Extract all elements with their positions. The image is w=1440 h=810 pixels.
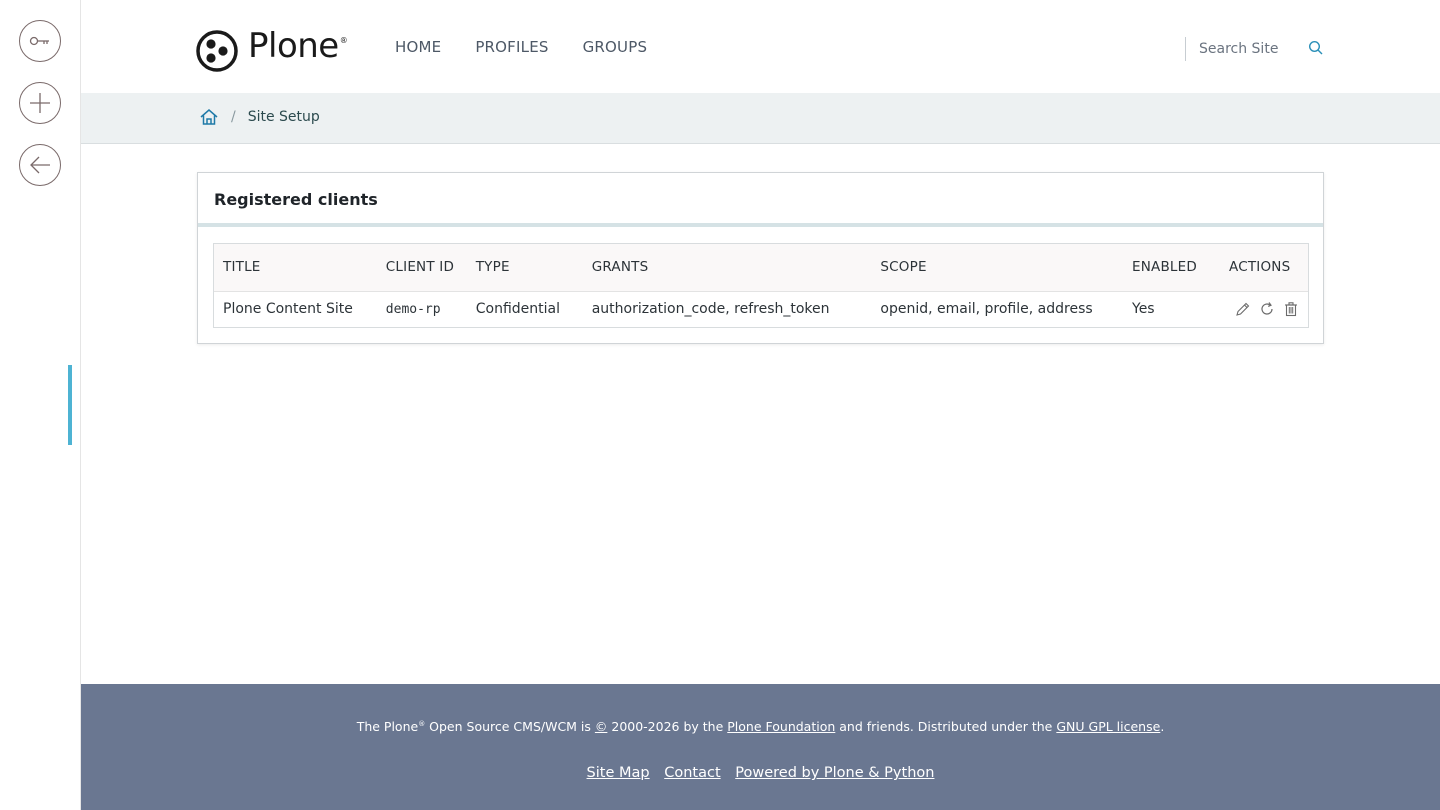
left-toolbar	[0, 0, 81, 810]
back-button[interactable]	[19, 144, 61, 186]
cell-client-id: demo-rp	[385, 301, 441, 317]
site-footer: The Plone® Open Source CMS/WCM is © 2000…	[81, 684, 1440, 810]
table-row: Plone Content Site demo-rp Confidential …	[214, 291, 1308, 327]
toolbar-resize-handle[interactable]	[68, 365, 72, 445]
cell-actions	[1220, 291, 1308, 327]
logo-text: Plone®	[248, 26, 348, 66]
cell-title: Plone Content Site	[223, 301, 353, 318]
back-arrow-icon	[30, 156, 50, 174]
footer-links: Site Map Contact Powered by Plone & Pyth…	[81, 765, 1440, 781]
clients-table-wrapper: TITLE CLIENT ID TYPE GRANTS SCOPE ENABLE…	[213, 243, 1309, 328]
footer-sitemap-link[interactable]: Site Map	[587, 765, 650, 781]
main-nav: HOME PROFILES GROUPS	[395, 38, 647, 56]
col-actions: ACTIONS	[1220, 244, 1308, 292]
login-key-button[interactable]	[19, 20, 61, 62]
nav-home[interactable]: HOME	[395, 38, 441, 56]
refresh-icon[interactable]	[1259, 301, 1275, 317]
col-enabled: ENABLED	[1123, 244, 1220, 292]
add-button[interactable]	[19, 82, 61, 124]
cell-scope: openid, email, profile, address	[880, 301, 1093, 318]
gpl-license-link[interactable]: GNU GPL license	[1056, 719, 1160, 734]
footer-powered-by-link[interactable]: Powered by Plone & Python	[735, 765, 934, 781]
breadcrumb-site-setup[interactable]: Site Setup	[248, 109, 320, 125]
site-logo[interactable]: Plone®	[196, 25, 348, 76]
cell-grants: authorization_code, refresh_token	[591, 301, 830, 318]
search-input[interactable]	[1199, 41, 1305, 57]
site-header: Plone® HOME PROFILES GROUPS	[81, 0, 1440, 93]
search-box	[1185, 37, 1305, 61]
col-type: TYPE	[466, 244, 583, 292]
home-icon[interactable]	[199, 107, 219, 127]
cell-enabled: Yes	[1132, 301, 1155, 318]
plone-logo-icon	[196, 29, 238, 72]
delete-icon[interactable]	[1283, 301, 1299, 317]
col-grants: GRANTS	[582, 244, 872, 292]
col-client-id: CLIENT ID	[376, 244, 467, 292]
plone-foundation-link[interactable]: Plone Foundation	[727, 719, 835, 734]
table-header-row: TITLE CLIENT ID TYPE GRANTS SCOPE ENABLE…	[214, 244, 1308, 292]
breadcrumb: / Site Setup	[81, 93, 1440, 144]
breadcrumb-separator: /	[231, 109, 236, 125]
nav-profiles[interactable]: PROFILES	[475, 38, 548, 56]
key-icon	[29, 36, 49, 46]
card-title: Registered clients	[198, 173, 1323, 227]
registered-clients-card: Registered clients TITLE CLIENT ID TYPE …	[197, 172, 1324, 344]
search-icon[interactable]	[1308, 40, 1324, 56]
col-scope: SCOPE	[871, 244, 1123, 292]
edit-icon[interactable]	[1235, 301, 1251, 317]
nav-groups[interactable]: GROUPS	[583, 38, 648, 56]
footer-contact-link[interactable]: Contact	[664, 765, 720, 781]
clients-table: TITLE CLIENT ID TYPE GRANTS SCOPE ENABLE…	[214, 244, 1308, 327]
add-icon	[30, 93, 50, 113]
cell-type: Confidential	[475, 301, 560, 318]
col-title: TITLE	[214, 244, 377, 292]
footer-copyright: The Plone® Open Source CMS/WCM is © 2000…	[356, 719, 1165, 734]
